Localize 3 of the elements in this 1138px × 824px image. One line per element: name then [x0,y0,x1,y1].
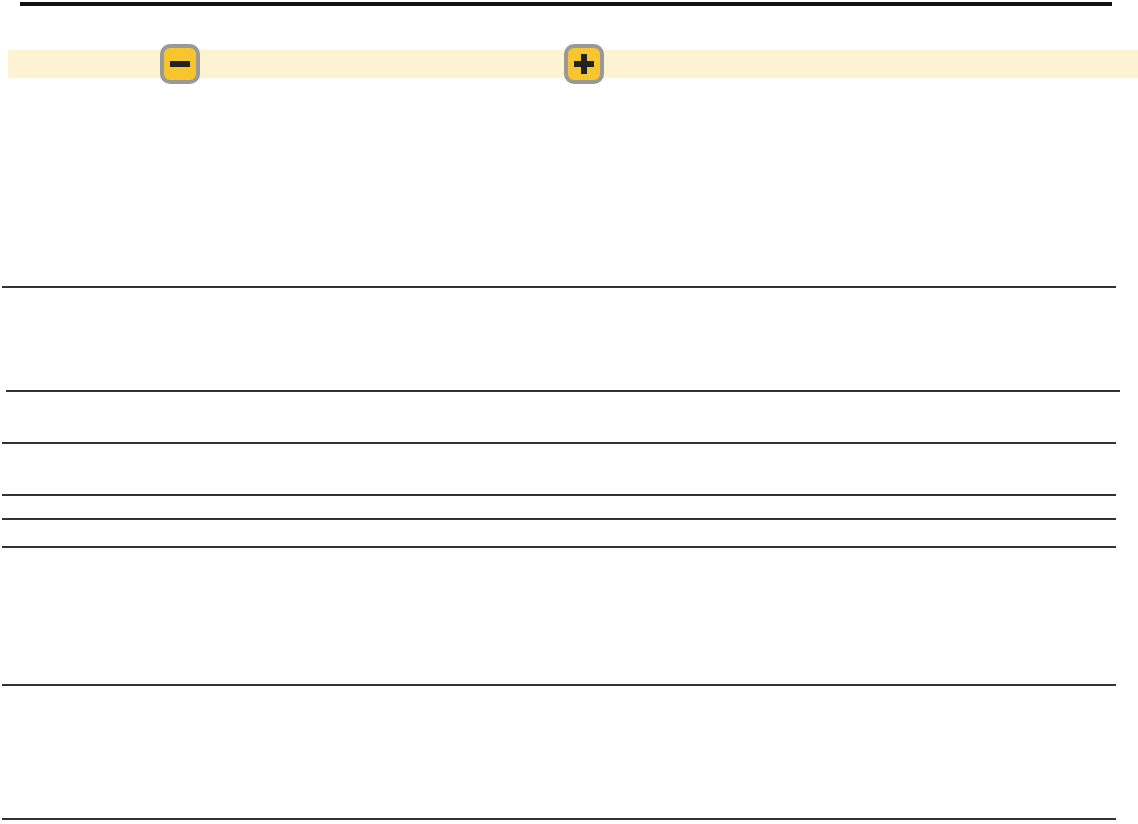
zoom-in-button[interactable] [564,44,604,84]
plus-icon [572,52,596,76]
zoom-out-button[interactable] [160,44,200,84]
